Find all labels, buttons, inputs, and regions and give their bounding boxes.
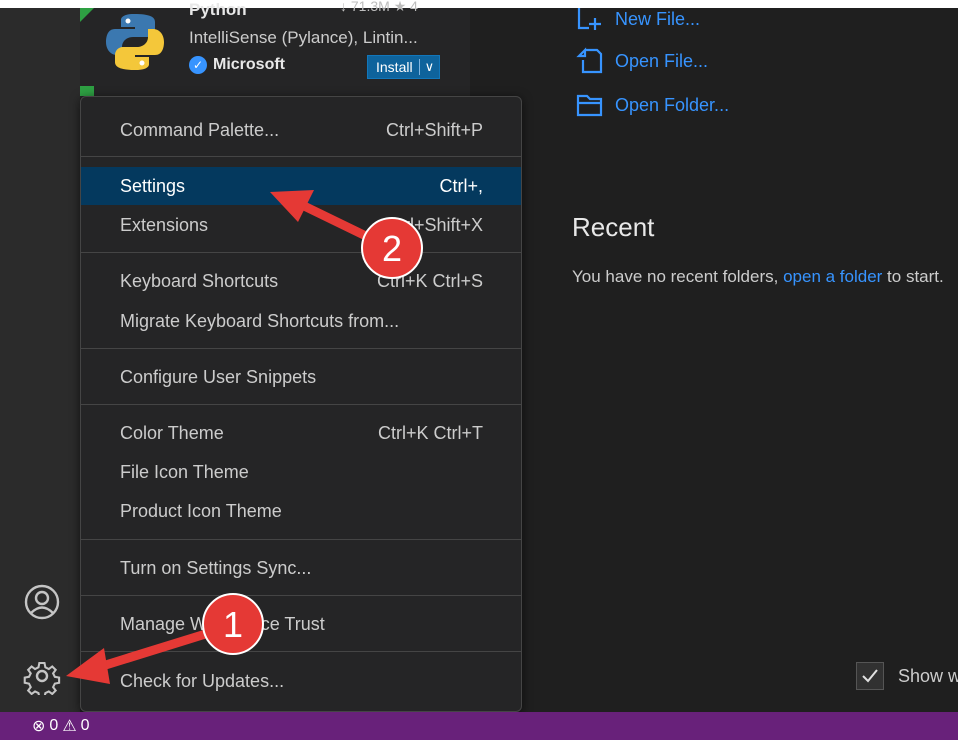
menu-item-label: Turn on Settings Sync... [120,557,312,578]
menu-item-label: File Icon Theme [120,461,249,482]
extension-name: Python [189,0,247,19]
recent-text-before: You have no recent folders, [572,267,784,286]
open-folder-link[interactable]: Open Folder... [575,90,729,120]
menu-item-label: Command Palette... [120,119,280,140]
menu-item-shortcut: Ctrl+, [439,175,483,196]
chevron-down-icon[interactable]: ∨ [418,59,440,75]
menu-item-label: Manage Workspace Trust [120,613,325,634]
menu-separator [81,252,521,253]
open-folder-inline-link[interactable]: open a folder [783,267,882,286]
menu-separator [81,348,521,349]
show-welcome-label: Show w [898,665,962,686]
error-icon: ⊗ [32,718,46,735]
new-file-icon [577,8,601,30]
extension-stats: ↓ 71.3M ★ 4 [340,0,418,14]
recommended-badge-2 [80,86,94,96]
screenshot-border-top [0,0,962,8]
menu-separator [81,595,521,596]
show-welcome-toggle[interactable]: Show w [856,662,961,690]
open-folder-icon [576,94,603,117]
recent-text-after: to start. [882,267,944,286]
check-icon [862,669,878,683]
menu-item-label: Check for Updates... [120,670,285,691]
menu-item-shortcut: Ctrl+K Ctrl+T [377,422,483,443]
accounts-icon[interactable] [22,582,62,622]
install-label: Install [376,59,413,75]
manage-context-menu: Command Palette... Ctrl+Shift+P Settings C… [80,96,522,712]
problems-indicator[interactable]: ⊗ 0 ⚠ 0 [32,716,90,736]
menu-item-workspace-trust[interactable]: Manage Workspace Trust [81,605,521,643]
menu-item-label: Settings [120,175,186,196]
menu-item-check-updates[interactable]: Check for Updates... [81,662,521,700]
menu-item-user-snippets[interactable]: Configure User Snippets [81,358,521,396]
extension-publisher: ✓ Microsoft [189,56,285,74]
activity-bar [0,8,80,712]
menu-item-migrate-shortcuts[interactable]: Migrate Keyboard Shortcuts from... [81,302,521,340]
python-logo [106,14,164,70]
menu-item-file-icon-theme[interactable]: File Icon Theme [81,453,521,491]
recent-heading: Recent [572,212,655,242]
checkbox[interactable] [856,662,884,690]
menu-item-command-palette[interactable]: Command Palette... Ctrl+Shift+P [81,111,521,149]
status-bar: ⊗ 0 ⚠ 0 [0,712,962,740]
menu-item-extensions[interactable]: Extensions Ctrl+Shift+X [81,206,521,244]
menu-separator [81,156,521,157]
verified-icon: ✓ [189,56,207,74]
publisher-name: Microsoft [213,56,285,73]
new-file-label: New File... [615,8,701,29]
menu-item-shortcut: Ctrl+Shift+X [385,214,483,235]
screenshot-border-right [958,0,962,740]
menu-item-label: Keyboard Shortcuts [120,270,279,291]
open-file-icon [576,47,603,74]
recommended-badge [80,8,94,22]
menu-separator [81,404,521,405]
menu-item-label: Product Icon Theme [120,500,282,521]
menu-separator [81,651,521,652]
menu-item-label: Configure User Snippets [120,366,317,387]
menu-item-product-icon-theme[interactable]: Product Icon Theme [81,492,521,530]
warning-icon: ⚠ [62,718,77,735]
open-file-link[interactable]: Open File... [575,46,708,76]
recent-empty-message: You have no recent folders, open a folde… [572,258,952,295]
menu-item-color-theme[interactable]: Color Theme Ctrl+K Ctrl+T [81,414,521,452]
error-count: 0 [49,717,59,734]
new-file-link[interactable]: New File... [575,4,700,34]
menu-item-shortcut: Ctrl+Shift+P [385,119,483,140]
extension-description: IntelliSense (Pylance), Lintin... [189,28,418,47]
gear-icon[interactable] [22,656,62,696]
menu-item-keyboard-shortcuts[interactable]: Keyboard Shortcuts Ctrl+K Ctrl+S [81,262,521,300]
menu-separator [81,539,521,540]
menu-item-label: Extensions [120,214,209,235]
open-folder-label: Open Folder... [615,94,730,115]
install-button[interactable]: Install ∨ [367,55,441,79]
menu-item-label: Color Theme [120,422,224,443]
menu-item-settings[interactable]: Settings Ctrl+, [81,167,521,205]
open-file-label: Open File... [615,50,709,71]
menu-item-shortcut: Ctrl+K Ctrl+S [376,270,483,291]
menu-item-settings-sync[interactable]: Turn on Settings Sync... [81,549,521,587]
menu-item-label: Migrate Keyboard Shortcuts from... [120,310,400,331]
warning-count: 0 [80,717,90,734]
